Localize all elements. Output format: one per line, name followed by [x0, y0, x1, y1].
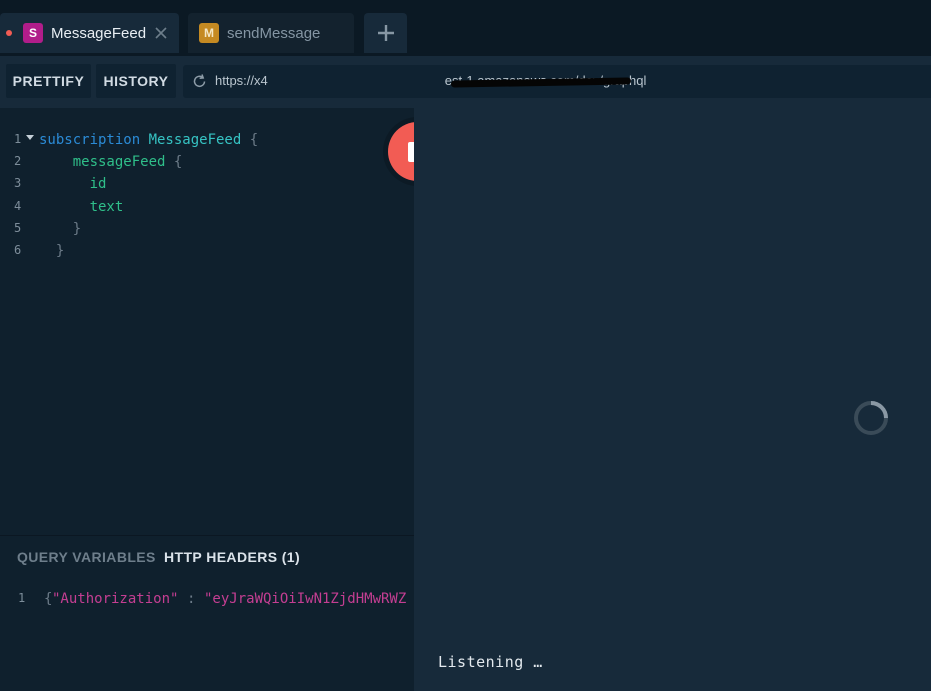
- history-button[interactable]: HISTORY: [96, 64, 176, 98]
- tab-title: MessageFeed: [51, 24, 147, 42]
- code-token: }: [55, 243, 65, 259]
- close-icon[interactable]: [154, 26, 168, 40]
- code-token: messageFeed: [72, 154, 166, 171]
- refresh-icon[interactable]: [191, 73, 208, 90]
- graphql-playground: S MessageFeed M sendMessage PRETTIFY HIS…: [0, 0, 931, 691]
- code-token: {: [241, 132, 259, 148]
- tab-http-headers[interactable]: HTTP HEADERS (1): [164, 549, 300, 565]
- line-number: 2: [14, 154, 22, 169]
- mutation-badge: M: [199, 23, 219, 43]
- line-number: 1: [18, 591, 26, 605]
- prettify-button[interactable]: PRETTIFY: [6, 64, 91, 98]
- code-line[interactable]: 1 subscription MessageFeed {: [0, 132, 414, 154]
- headers-editor-line[interactable]: 1 { "Authorization" : "eyJraWQiOiIwN1Zjd…: [0, 591, 414, 611]
- header-key: "Authorization": [52, 591, 179, 607]
- code-line[interactable]: 2 messageFeed {: [0, 154, 414, 176]
- line-number: 1: [14, 132, 22, 146]
- code-line[interactable]: 3 id: [0, 176, 414, 198]
- header-value: "eyJraWQiOiIwN1ZjdHMwRWZ: [204, 591, 407, 607]
- line-number: 5: [14, 220, 22, 235]
- tab-title: sendMessage: [227, 24, 321, 42]
- code-token: }: [72, 220, 82, 237]
- result-pane: Listening …: [414, 108, 931, 691]
- code-token: MessageFeed: [148, 132, 242, 148]
- plus-icon: [377, 25, 394, 41]
- code-token: subscription: [39, 132, 141, 148]
- code-line[interactable]: 6}: [0, 243, 414, 265]
- tab-bar: S MessageFeed M sendMessage: [0, 0, 931, 56]
- unsaved-indicator: [6, 30, 12, 36]
- toolbar: PRETTIFY HISTORY https://x4 est-1.amazon…: [0, 56, 931, 108]
- add-tab-button[interactable]: [364, 13, 407, 53]
- tab-messagefeed[interactable]: S MessageFeed: [0, 13, 179, 53]
- line-number: 6: [14, 243, 22, 257]
- line-number: 3: [14, 176, 22, 191]
- code-token: {: [165, 154, 183, 171]
- line-number: 4: [14, 198, 22, 213]
- fold-arrow-icon[interactable]: [26, 135, 34, 140]
- loading-spinner-icon: [854, 401, 888, 435]
- query-editor[interactable]: 1 subscription MessageFeed {2 messageFeed…: [0, 108, 414, 535]
- code-token: text: [89, 198, 124, 215]
- endpoint-url-bar[interactable]: https://x4 est-1.amazonaws.com/dev/graph…: [183, 65, 931, 98]
- variables-pane: QUERY VARIABLES HTTP HEADERS (1) 1 { "Au…: [0, 535, 414, 691]
- code-token: id: [89, 176, 107, 193]
- tab-sendmessage[interactable]: M sendMessage: [188, 13, 354, 53]
- subscription-badge: S: [23, 23, 43, 43]
- subscription-status: Listening …: [438, 653, 543, 671]
- colon: :: [187, 591, 204, 607]
- code-line[interactable]: 4 text: [0, 199, 414, 221]
- tab-query-variables[interactable]: QUERY VARIABLES: [17, 549, 156, 565]
- code-line[interactable]: 5 }: [0, 221, 414, 243]
